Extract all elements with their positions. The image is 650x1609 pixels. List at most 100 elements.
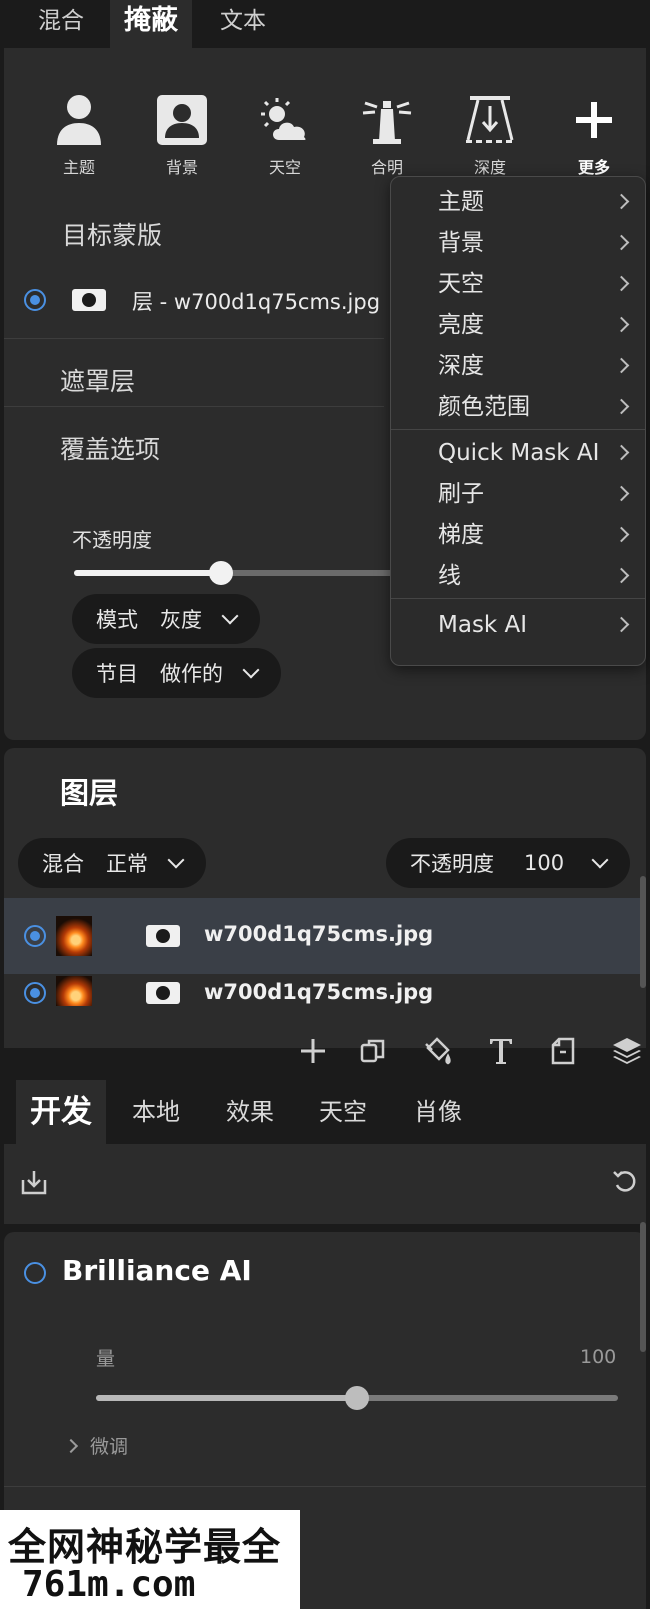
- person-icon: [51, 92, 107, 148]
- layers-scrollbar[interactable]: [640, 876, 646, 988]
- chevron-right-icon: [613, 398, 630, 415]
- menu-item-background[interactable]: 背景: [391, 222, 645, 264]
- layer-opacity-label: 不透明度: [410, 852, 494, 876]
- amount-slider[interactable]: [96, 1386, 618, 1410]
- divider: [4, 338, 384, 339]
- chevron-right-icon: [613, 316, 630, 333]
- chevron-right-icon: [613, 275, 630, 292]
- tab-sky[interactable]: 天空: [305, 1080, 381, 1144]
- chevron-right-icon: [613, 234, 630, 251]
- mask-tool-background[interactable]: 背景: [137, 92, 227, 192]
- mask-tool-subject[interactable]: 主题: [34, 92, 124, 192]
- chevron-right-icon: [63, 1438, 79, 1453]
- fine-tune-toggle[interactable]: 微调: [63, 1432, 128, 1459]
- layer-name: w700d1q75cms.jpg: [204, 980, 434, 1004]
- layer-opacity-dropdown[interactable]: 不透明度 100: [386, 838, 631, 888]
- menu-item-label: Quick Mask AI: [438, 440, 600, 466]
- slider-knob[interactable]: [345, 1386, 369, 1410]
- chevron-down-icon: [167, 851, 185, 869]
- watermark: 全网神秘学最全 761m.com: [0, 1510, 300, 1609]
- layer-thumbnail: [56, 916, 92, 956]
- watermark-line2: 761m.com: [22, 1564, 196, 1605]
- mask-tool-label: 合明: [370, 158, 403, 177]
- reset-icon[interactable]: [612, 1168, 638, 1198]
- mask-thumbnail: [72, 289, 106, 311]
- text-layer-icon[interactable]: [484, 1034, 518, 1068]
- menu-item-subject[interactable]: 主题: [391, 181, 645, 223]
- menu-item-quick-mask-ai[interactable]: Quick Mask AI: [391, 432, 645, 474]
- chevron-right-icon: [613, 357, 630, 374]
- menu-item-mask-ai[interactable]: Mask AI: [391, 604, 645, 646]
- menu-separator: [391, 598, 645, 599]
- overlay-mode-dropdown[interactable]: 模式 灰度: [72, 594, 260, 644]
- menu-item-color-range[interactable]: 颜色范围: [391, 386, 645, 428]
- layer-row-clipped: w700d1q75cms.jpg: [4, 976, 646, 1006]
- menu-item-gradient[interactable]: 梯度: [391, 514, 645, 556]
- layers-panel: 图层 混合 正常 不透明度 100 w700d1q75cms.jpg w700d…: [4, 748, 646, 1048]
- develop-scrollbar[interactable]: [640, 1222, 646, 1352]
- layer-mask-thumbnail: [146, 982, 180, 1004]
- mask-tool-label: 主题: [62, 158, 95, 177]
- watermark-line1: 全网神秘学最全: [8, 1525, 282, 1569]
- slider-fill: [96, 1395, 357, 1401]
- menu-item-label: 颜色范围: [438, 394, 530, 420]
- duplicate-layer-icon[interactable]: [356, 1034, 390, 1068]
- menu-item-label: 背景: [438, 230, 484, 256]
- menu-item-line[interactable]: 线: [391, 555, 645, 597]
- layer-mask-thumbnail: [146, 925, 180, 947]
- plus-icon: [566, 92, 622, 148]
- overlay-mode-label: 模式: [96, 608, 138, 632]
- overlay-options-title[interactable]: 覆盖选项: [60, 430, 160, 466]
- mask-tool-label: 深度: [473, 158, 506, 177]
- tab-text[interactable]: 文本: [208, 0, 278, 48]
- overlay-opacity-label: 不透明度: [72, 528, 152, 552]
- tab-blend[interactable]: 混合: [26, 0, 96, 48]
- divider: [4, 406, 384, 407]
- layer-blend-label: 混合: [42, 852, 84, 876]
- mask-tool-label: 天空: [268, 158, 301, 177]
- divider: [4, 1486, 646, 1487]
- layer-blend-value: 正常: [106, 852, 148, 876]
- menu-item-brush[interactable]: 刷子: [391, 473, 645, 515]
- tab-mask[interactable]: 掩蔽: [110, 0, 192, 48]
- menu-item-sky[interactable]: 天空: [391, 263, 645, 305]
- tab-portrait[interactable]: 肖像: [400, 1080, 476, 1144]
- layer-thumbnail: [56, 976, 92, 1006]
- menu-item-label: 主题: [438, 189, 484, 215]
- layer-visibility-radio[interactable]: [24, 925, 46, 947]
- target-layer-label[interactable]: 层 - w700d1q75cms.jpg: [132, 286, 380, 316]
- overlay-opacity-slider[interactable]: [74, 561, 394, 585]
- overlay-program-dropdown[interactable]: 节目 做作的: [72, 648, 281, 698]
- menu-item-label: 刷子: [438, 481, 484, 507]
- tab-effects[interactable]: 效果: [212, 1080, 288, 1144]
- chevron-right-icon: [613, 526, 630, 543]
- chevron-right-icon: [613, 444, 630, 461]
- mask-layer-icon[interactable]: [546, 1034, 580, 1068]
- more-mask-menu: 主题 背景 天空 亮度 深度 颜色范围 Quick Mask AI 刷子 梯度 …: [390, 176, 646, 666]
- save-preset-icon[interactable]: [20, 1168, 48, 1200]
- menu-item-label: 天空: [438, 271, 484, 297]
- lighthouse-icon: [359, 92, 415, 148]
- chevron-right-icon: [613, 616, 630, 633]
- chevron-right-icon: [613, 567, 630, 584]
- develop-tab-bar: 开发 本地 效果 天空 肖像: [0, 1080, 650, 1144]
- mask-tool-sky[interactable]: 天空: [240, 92, 330, 192]
- slider-knob[interactable]: [209, 561, 234, 585]
- tab-local[interactable]: 本地: [118, 1080, 194, 1144]
- brilliance-enable-toggle[interactable]: [24, 1262, 46, 1284]
- layer-blend-dropdown[interactable]: 混合 正常: [18, 838, 206, 888]
- layers-stack-icon[interactable]: [610, 1034, 644, 1068]
- add-layer-icon[interactable]: [296, 1034, 330, 1068]
- menu-item-label: 亮度: [438, 312, 484, 338]
- overlay-program-value: 做作的: [160, 662, 223, 686]
- target-layer-radio[interactable]: [24, 289, 46, 311]
- fill-layer-icon[interactable]: [420, 1034, 454, 1068]
- tab-develop[interactable]: 开发: [16, 1080, 106, 1144]
- layer-row[interactable]: w700d1q75cms.jpg: [4, 976, 646, 1006]
- menu-item-label: Mask AI: [438, 612, 528, 638]
- layer-row[interactable]: w700d1q75cms.jpg: [4, 898, 646, 974]
- menu-item-depth[interactable]: 深度: [391, 345, 645, 387]
- menu-item-luminance[interactable]: 亮度: [391, 304, 645, 346]
- layer-visibility-radio[interactable]: [24, 982, 46, 1004]
- mask-layers-title[interactable]: 遮罩层: [60, 362, 135, 398]
